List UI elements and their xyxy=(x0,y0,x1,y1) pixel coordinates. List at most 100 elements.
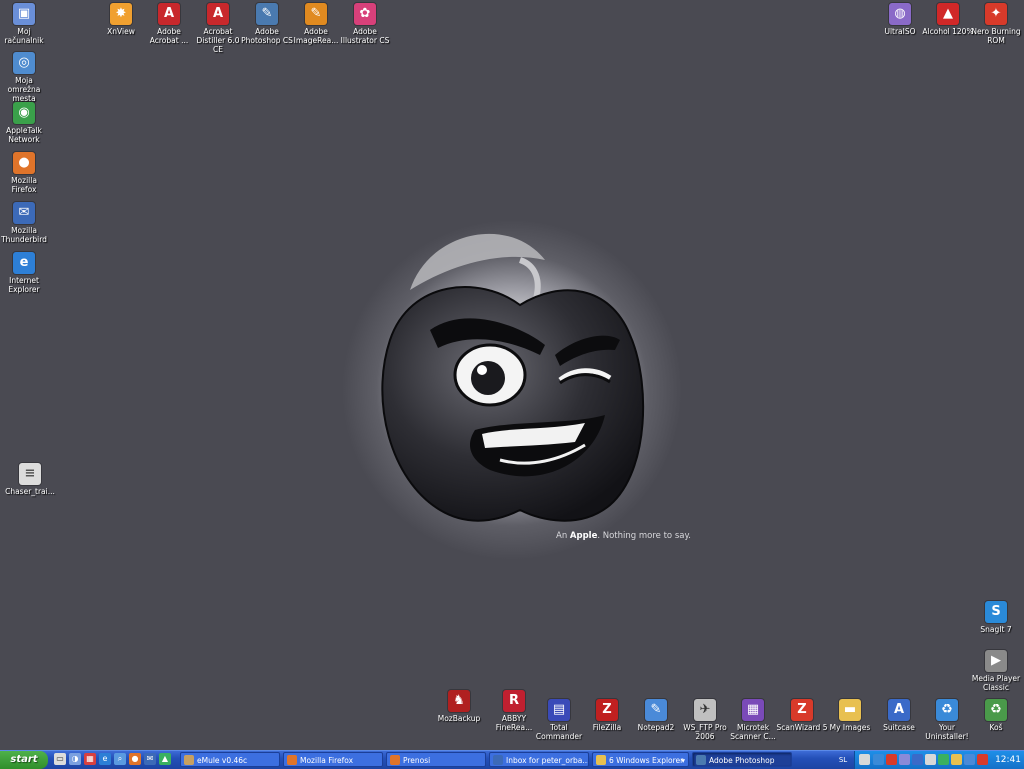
tray-app-icon[interactable] xyxy=(912,754,923,765)
search-icon[interactable]: ⌕ xyxy=(114,753,126,765)
computer-icon: ▣ xyxy=(13,3,35,25)
explorer-folder-icon xyxy=(596,755,606,765)
filezilla-icon: Z xyxy=(596,699,618,721)
desktop-icon-total-commander[interactable]: ▤ Total Commander xyxy=(533,699,585,741)
system-tray: 12:41 xyxy=(854,751,1024,769)
desktop-icon-firefox[interactable]: ● Mozilla Firefox xyxy=(0,152,50,194)
uninstaller-icon: ♻ xyxy=(936,699,958,721)
document-icon: ≡ xyxy=(19,463,41,485)
mozbackup-icon: ♞ xyxy=(448,690,470,712)
imageready-icon: ✎ xyxy=(305,3,327,25)
desktop-icon-snagit[interactable]: S SnagIt 7 xyxy=(970,601,1022,634)
downloads-icon xyxy=(390,755,400,765)
desktop-icon-uninstaller[interactable]: ♻ Your Uninstaller! xyxy=(921,699,973,741)
desktop-icon-wsftp[interactable]: ✈ WS_FTP Pro 2006 xyxy=(679,699,731,741)
media-player-icon: ▶ xyxy=(985,650,1007,672)
desktop-icon-filezilla[interactable]: Z FileZilla xyxy=(581,699,633,732)
firefox-icon: ● xyxy=(13,152,35,174)
clock[interactable]: 12:41 xyxy=(995,751,1021,769)
tray-app-icon[interactable] xyxy=(873,754,884,765)
distiller-icon: A xyxy=(207,3,229,25)
desktop-icon-nero[interactable]: ✦ Nero Burning ROM xyxy=(970,3,1022,45)
tray-expand-icon[interactable] xyxy=(859,754,870,765)
desktop-icon-recycle-bin[interactable]: ♻ Koš xyxy=(970,699,1022,732)
desktop-icon-ultraiso[interactable]: ◍ UltraISO xyxy=(874,3,926,36)
desktop-icon-microtek[interactable]: ▦ Microtek Scanner C... xyxy=(727,699,779,741)
task-photoshop[interactable]: Adobe Photoshop xyxy=(692,752,792,767)
desktop-icon-media-player[interactable]: ▶ Media Player Classic xyxy=(970,650,1022,692)
desktop-icon-my-computer[interactable]: ▣ Moj računalnik xyxy=(0,3,50,45)
apple-stem xyxy=(518,257,541,303)
desktop-icon-illustrator[interactable]: ✿ Adobe Illustrator CS xyxy=(339,3,391,45)
desktop-icon-notepad2[interactable]: ✎ Notepad2 xyxy=(630,699,682,732)
acrobat-icon: A xyxy=(158,3,180,25)
desktop-icon-chaser-file[interactable]: ≡ Chaser_trai... xyxy=(4,463,56,496)
alcohol-icon: ▲ xyxy=(937,3,959,25)
firefox-task-icon xyxy=(287,755,297,765)
emule-icon xyxy=(184,755,194,765)
desktop-icon-appletalk[interactable]: ◉ AppleTalk Network xyxy=(0,102,50,144)
illustrator-icon: ✿ xyxy=(354,3,376,25)
apple-wallpaper-art xyxy=(381,233,645,522)
task-inbox[interactable]: Inbox for peter_orba... xyxy=(489,752,589,767)
language-indicator[interactable]: SL xyxy=(836,753,850,767)
desktop-icon-my-images[interactable]: ▬ My Images xyxy=(824,699,876,732)
tray-app-icon[interactable] xyxy=(925,754,936,765)
desktop-icon-suitcase[interactable]: A Suitcase xyxy=(873,699,925,732)
tray-volume-icon[interactable] xyxy=(977,754,988,765)
desktop-icon-thunderbird[interactable]: ✉ Mozilla Thunderbird xyxy=(0,202,50,244)
tray-app-icon[interactable] xyxy=(886,754,897,765)
desktop: An Apple. Nothing more to say. ▣ Moj rač… xyxy=(0,0,1024,750)
desktop-icon-network-places[interactable]: ◎ Moja omrežna mesta xyxy=(0,52,50,103)
abbyy-icon: R xyxy=(503,690,525,712)
thunderbird-ql-icon[interactable]: ✉ xyxy=(144,753,156,765)
explorer-icon[interactable]: ◑ xyxy=(69,753,81,765)
tray-app-icon[interactable] xyxy=(938,754,949,765)
nero-icon: ✦ xyxy=(985,3,1007,25)
recycle-bin-icon: ♻ xyxy=(985,699,1007,721)
apple-pupil xyxy=(471,361,505,395)
scanner-icon: ▦ xyxy=(742,699,764,721)
suitcase-icon: A xyxy=(888,699,910,721)
ie-icon[interactable]: e xyxy=(99,753,111,765)
desktop-icon-xnview[interactable]: ✸ XnView xyxy=(95,3,147,36)
notepad-icon: ✎ xyxy=(645,699,667,721)
wsftp-icon: ✈ xyxy=(694,699,716,721)
desktop-icon-acrobat[interactable]: A Adobe Acrobat ... xyxy=(143,3,195,45)
start-button[interactable]: start xyxy=(0,751,48,769)
globe-icon: ◉ xyxy=(13,102,35,124)
desktop-icon-photoshop[interactable]: ✎ Adobe Photoshop CS xyxy=(241,3,293,45)
quick-launch-bar: ▭ ◑ ▦ e ⌕ ● ✉ ▲ xyxy=(54,753,171,767)
task-firefox[interactable]: Mozilla Firefox xyxy=(283,752,383,767)
tray-app-icon[interactable] xyxy=(964,754,975,765)
thunderbird-icon: ✉ xyxy=(13,202,35,224)
group-dropdown-icon: ▾ xyxy=(681,756,685,765)
calculator-icon[interactable]: ▦ xyxy=(84,753,96,765)
task-windows-explorer[interactable]: 6 Windows Explorer ▾ xyxy=(592,752,689,767)
task-prenosi[interactable]: Prenosi xyxy=(386,752,486,767)
wallpaper-tagline: An Apple. Nothing more to say. xyxy=(556,531,691,541)
photoshop-task-icon xyxy=(696,755,706,765)
mail-icon xyxy=(493,755,503,765)
desktop-icon-internet-explorer[interactable]: e Internet Explorer xyxy=(0,252,50,294)
taskbar: start ▭ ◑ ▦ e ⌕ ● ✉ ▲ eMule v0.46c Mozil… xyxy=(0,750,1024,769)
xnview-icon: ✸ xyxy=(110,3,132,25)
scanwizard-icon: Z xyxy=(791,699,813,721)
show-desktop-icon[interactable]: ▭ xyxy=(54,753,66,765)
sail-icon[interactable]: ▲ xyxy=(159,753,171,765)
desktop-icon-scanwizard[interactable]: Z ScanWizard 5 xyxy=(776,699,828,732)
tray-app-icon[interactable] xyxy=(899,754,910,765)
desktop-icon-alcohol[interactable]: ▲ Alcohol 120% xyxy=(922,3,974,36)
task-emule[interactable]: eMule v0.46c xyxy=(180,752,280,767)
photoshop-icon: ✎ xyxy=(256,3,278,25)
apple-body xyxy=(381,286,645,522)
tray-app-icon[interactable] xyxy=(951,754,962,765)
folder-icon: ▬ xyxy=(839,699,861,721)
desktop-icon-imageready[interactable]: ✎ Adobe ImageRea... xyxy=(290,3,342,45)
firefox-ql-icon[interactable]: ● xyxy=(129,753,141,765)
snagit-icon: S xyxy=(985,601,1007,623)
total-commander-icon: ▤ xyxy=(548,699,570,721)
network-places-icon: ◎ xyxy=(13,52,35,74)
desktop-icon-mozbackup[interactable]: ♞ MozBackup xyxy=(433,690,485,723)
desktop-icon-distiller[interactable]: A Acrobat Distiller 6.0 CE xyxy=(192,3,244,54)
